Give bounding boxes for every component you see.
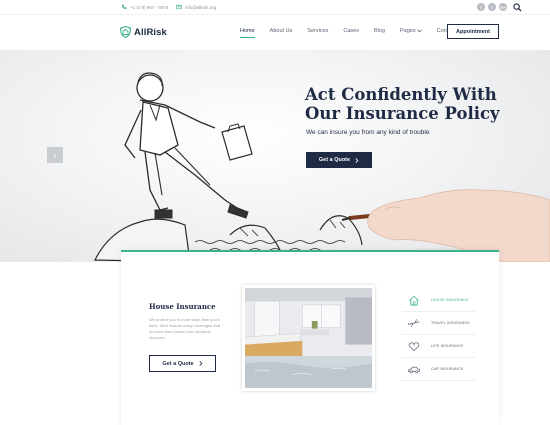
logo[interactable]: AllRisk (120, 26, 167, 38)
hero-slider: ‹ Act Confidently With Our Insurance Pol… (0, 50, 550, 262)
insurance-item-label: LIFE INSURANCE (431, 344, 464, 348)
hero-get-quote-label: Get a Quote (318, 157, 351, 163)
card-description: We protect you in more ways than you'd t… (149, 317, 221, 340)
insurance-item-car[interactable]: CAR INSURANCE (402, 358, 475, 381)
hero-title: Act Confidently With Our Insurance Polic… (305, 85, 500, 123)
car-icon (407, 366, 420, 373)
phone-number: +1 (4 8) 967 - 5874 (130, 4, 169, 10)
nav-home[interactable]: Home (240, 28, 255, 38)
chevron-right-icon (199, 361, 203, 366)
google-plus-icon[interactable]: G+ (499, 3, 507, 11)
insurance-item-label: TRAVEL INSURANCE (431, 321, 470, 325)
nav-pages[interactable]: Pages (400, 28, 422, 34)
appointment-button[interactable]: Appointment (447, 24, 499, 39)
slider-prev-button[interactable]: ‹ (47, 147, 63, 163)
insurance-types-list: HOUSE INSURANCE TRAVEL INSURANCE LIFE IN… (402, 289, 475, 381)
house-photo (242, 285, 375, 391)
insurance-item-label: CAR INSURANCE (431, 367, 464, 371)
nav-blog[interactable]: Blog (374, 28, 385, 34)
phone-icon (122, 4, 127, 9)
social-links: f t G+ (477, 3, 507, 11)
chevron-right-icon (355, 157, 359, 163)
main-nav: Home About Us Services Cases Blog Pages … (240, 28, 473, 38)
nav-about-us[interactable]: About Us (270, 28, 293, 34)
card-title: House Insurance (149, 302, 216, 311)
heart-icon (408, 341, 420, 351)
house-icon (409, 295, 419, 305)
logo-text: AllRisk (134, 26, 167, 38)
insurance-item-house[interactable]: HOUSE INSURANCE (402, 289, 475, 312)
chevron-down-icon (416, 29, 422, 33)
shield-logo-icon (120, 26, 131, 38)
card-get-quote-label: Get a Quote (162, 360, 194, 367)
hero-illustration (94, 72, 550, 262)
insurance-item-travel[interactable]: TRAVEL INSURANCE (402, 312, 475, 335)
email-address: info@allrisk.org (185, 4, 217, 10)
facebook-icon[interactable]: f (477, 3, 485, 11)
plane-icon (407, 318, 420, 327)
top-bar: +1 (4 8) 967 - 5874 info@allrisk.org f t… (0, 0, 550, 15)
phone-contact[interactable]: +1 (4 8) 967 - 5874 (121, 4, 168, 10)
hero-subtitle: We can insure you from any kind of troub… (306, 129, 430, 136)
twitter-icon[interactable]: t (488, 3, 496, 11)
card-get-quote-button[interactable]: Get a Quote (149, 355, 216, 372)
mail-icon (176, 4, 182, 10)
insurance-item-life[interactable]: LIFE INSURANCE (402, 335, 475, 358)
hero-get-quote-button[interactable]: Get a Quote (306, 152, 372, 168)
search-icon[interactable] (513, 3, 522, 12)
insurance-item-label: HOUSE INSURANCE (431, 298, 469, 302)
email-contact[interactable]: info@allrisk.org (176, 4, 216, 10)
nav-pages-label: Pages (400, 28, 416, 34)
nav-services[interactable]: Services (307, 28, 328, 34)
nav-cases[interactable]: Cases (343, 28, 359, 34)
